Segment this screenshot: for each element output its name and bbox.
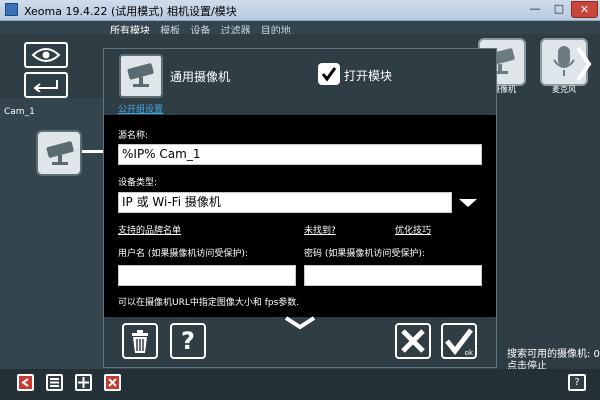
username-label: 用户名 (如果摄像机访问受保护):	[118, 249, 248, 259]
public-group-settings-link[interactable]: 公开组设置	[118, 102, 163, 115]
optimization-tips-link[interactable]: 优化技巧	[395, 223, 431, 236]
dialog-title: 通用摄像机	[170, 70, 231, 84]
remove-camera-button[interactable]	[104, 374, 121, 391]
device-type-select[interactable]: IP 或 Wi-Fi 摄像机	[118, 192, 452, 213]
strip-scroll-right[interactable]	[573, 44, 593, 84]
add-icon	[78, 377, 89, 388]
device-type-label: 设备类型:	[118, 178, 158, 188]
camera-node-label: Cam_1	[4, 107, 35, 117]
username-input[interactable]	[118, 265, 296, 286]
exit-button[interactable]	[17, 374, 34, 391]
source-name-input[interactable]: %IP% Cam_1	[118, 144, 482, 165]
trash-icon	[132, 330, 148, 353]
eye-icon	[31, 48, 61, 62]
camera-icon	[127, 63, 154, 87]
title-bar: Xeoma 19.4.22 (试用模式) 相机设置/模块 — □ ✕	[0, 0, 600, 21]
maximize-button[interactable]: □	[547, 1, 571, 18]
password-input[interactable]	[304, 265, 482, 286]
minimize-button[interactable]: —	[523, 1, 547, 18]
url-hint-text: 可以在摄像机URL中指定图像大小和 fps参数.	[118, 298, 300, 308]
enable-module-label[interactable]: 打开模块	[344, 67, 392, 84]
enable-module-checkbox[interactable]	[318, 63, 340, 85]
list-view-button[interactable]	[46, 374, 63, 391]
search-progress-text: 搜索可用的摄像机: 0%	[507, 349, 600, 360]
window-title: Xeoma 19.4.22 (试用模式) 相机设置/模块	[24, 5, 237, 18]
cancel-button[interactable]	[395, 323, 431, 359]
expand-chevron-button[interactable]	[284, 315, 316, 330]
microphone-tile-label: 麦克风	[552, 85, 576, 94]
close-icon	[401, 329, 425, 353]
ok-button[interactable]: ok	[441, 323, 477, 359]
app-icon	[5, 3, 18, 16]
camera-icon	[46, 141, 74, 165]
password-label: 密码 (如果摄像机访问受保护):	[304, 249, 425, 259]
add-camera-button[interactable]	[75, 374, 92, 391]
help-icon: ?	[181, 327, 195, 355]
chevron-down-icon[interactable]	[459, 199, 477, 207]
window-close-button[interactable]: ✕	[571, 1, 598, 18]
list-icon	[50, 378, 59, 387]
not-found-link[interactable]: 未找到?	[304, 223, 336, 236]
ok-small-label: ok	[464, 349, 473, 357]
main-help-button[interactable]: ?	[568, 374, 586, 391]
source-name-label: 源名称:	[118, 131, 149, 141]
exit-icon	[21, 378, 29, 387]
supported-brands-link[interactable]: 支持的品牌名单	[118, 223, 181, 236]
back-button[interactable]	[24, 72, 68, 98]
chevron-right-icon	[576, 46, 592, 82]
delete-icon	[108, 378, 117, 387]
right-panel	[497, 98, 600, 369]
dialog-camera-icon-box	[119, 54, 163, 98]
camera-settings-dialog: 通用摄像机 打开模块 公开组设置 源名称: %IP% Cam_1 设备类型: I…	[103, 48, 497, 368]
dialog-help-button[interactable]: ?	[170, 323, 206, 359]
view-toggle-button[interactable]	[24, 42, 68, 68]
back-arrow-icon	[33, 80, 58, 93]
chevron-down-icon	[284, 316, 316, 330]
app-window: Xeoma 19.4.22 (试用模式) 相机设置/模块 — □ ✕ 所有模块 …	[0, 0, 600, 400]
camera-node[interactable]	[36, 130, 82, 176]
delete-module-button[interactable]	[122, 323, 158, 359]
checkmark-icon	[321, 67, 337, 82]
